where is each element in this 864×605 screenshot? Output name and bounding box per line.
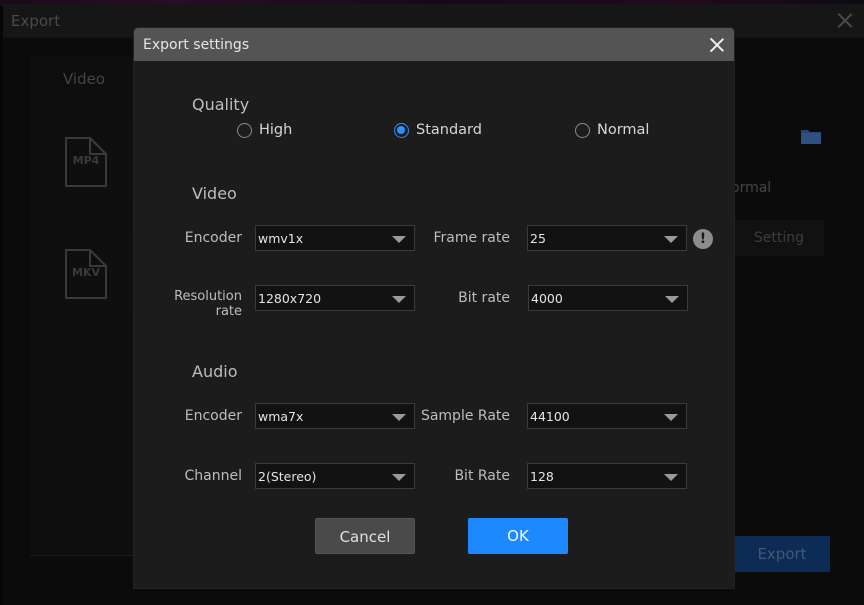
export-settings-dialog: Export settings Quality High Standard No…	[134, 28, 734, 588]
dialog-title: Export settings	[143, 37, 250, 53]
select-value: 128	[530, 469, 554, 484]
close-icon[interactable]	[710, 38, 724, 52]
export-window-close-icon[interactable]	[838, 13, 852, 27]
video-encoder-select[interactable]: wmv1x	[255, 225, 415, 251]
format-card-mkv[interactable]: MKV	[50, 234, 140, 316]
quality-radio-normal[interactable]: Normal	[575, 122, 649, 138]
radio-unchecked-icon	[575, 122, 590, 138]
export-window-title: Export	[11, 12, 61, 30]
radio-label: Normal	[597, 122, 650, 138]
radio-unchecked-icon	[237, 122, 252, 138]
radio-checked-icon	[394, 122, 409, 138]
audio-section-title: Audio	[192, 362, 238, 381]
quality-radio-standard[interactable]: Standard	[394, 122, 482, 138]
select-value: 1280x720	[258, 291, 322, 306]
chevron-down-icon	[392, 414, 406, 421]
video-bit-rate-label: Bit rate	[458, 290, 510, 306]
radio-label: Standard	[416, 122, 482, 138]
radio-label: High	[259, 122, 293, 138]
audio-bit-rate-select[interactable]: 128	[527, 463, 687, 489]
select-value: 44100	[530, 409, 570, 424]
dialog-titlebar: Export settings	[134, 28, 734, 61]
quality-section-title: Quality	[192, 95, 250, 114]
select-value: 2(Stereo)	[258, 469, 317, 484]
chevron-down-icon	[664, 414, 678, 421]
warning-icon[interactable]: !	[693, 229, 713, 249]
select-value: 4000	[531, 291, 563, 306]
chevron-down-icon	[392, 474, 406, 481]
cancel-button[interactable]: Cancel	[315, 518, 415, 554]
audio-bit-rate-label: Bit Rate	[454, 468, 510, 484]
export-button[interactable]: Export	[734, 536, 830, 572]
background-quality-label: ormal	[731, 180, 772, 196]
select-value: 25	[530, 231, 546, 246]
resolution-label: Resolution rate	[174, 289, 242, 319]
chevron-down-icon	[665, 296, 679, 303]
chevron-down-icon	[392, 296, 406, 303]
format-label: MKV	[72, 266, 100, 279]
select-value: wmv1x	[258, 231, 304, 246]
format-card-mp4[interactable]: MP4	[50, 122, 140, 204]
setting-button[interactable]: Setting	[734, 220, 824, 256]
format-label: MP4	[72, 154, 100, 167]
frame-rate-label: Frame rate	[433, 230, 510, 246]
channel-select[interactable]: 2(Stereo)	[255, 463, 415, 489]
video-encoder-label: Encoder	[184, 230, 242, 246]
tab-video[interactable]: Video	[63, 70, 105, 88]
video-section-title: Video	[192, 184, 237, 203]
chevron-down-icon	[664, 474, 678, 481]
audio-encoder-select[interactable]: wma7x	[255, 403, 415, 429]
sample-rate-label: Sample Rate	[420, 408, 510, 424]
chevron-down-icon	[392, 236, 406, 243]
audio-encoder-label: Encoder	[184, 408, 242, 424]
frame-rate-select[interactable]: 25	[527, 225, 687, 251]
quality-radio-high[interactable]: High	[237, 122, 292, 138]
select-value: wma7x	[258, 409, 304, 424]
chevron-down-icon	[664, 236, 678, 243]
channel-label: Channel	[184, 468, 242, 484]
resolution-select[interactable]: 1280x720	[255, 285, 415, 311]
sample-rate-select[interactable]: 44100	[527, 403, 687, 429]
video-bit-rate-select[interactable]: 4000	[528, 285, 688, 311]
folder-icon[interactable]	[801, 128, 821, 144]
ok-button[interactable]: OK	[468, 518, 568, 554]
